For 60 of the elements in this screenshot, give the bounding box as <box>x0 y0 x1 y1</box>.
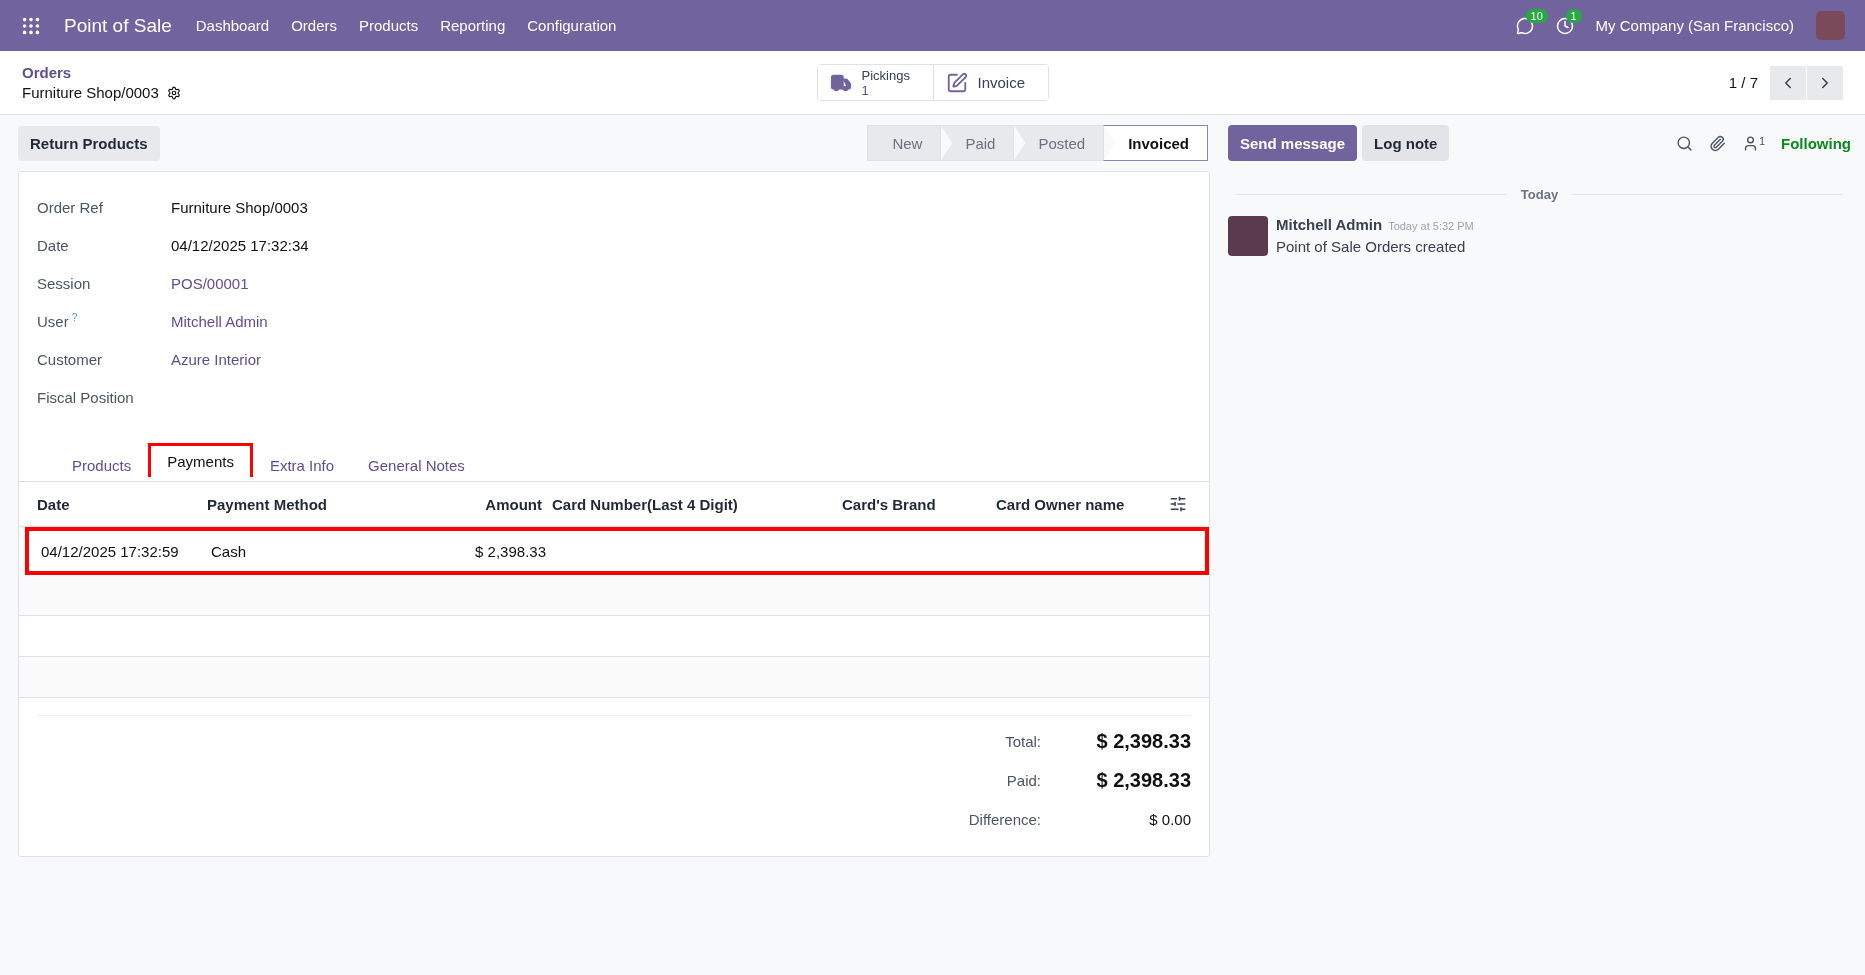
nav-menu-item[interactable]: Configuration <box>527 17 617 34</box>
column-header[interactable]: Card Number(Last 4 Digit) <box>552 495 842 513</box>
record-title: Furniture Shop/0003 <box>22 84 159 101</box>
send-message-button[interactable]: Send message <box>1228 125 1358 161</box>
column-header[interactable]: Card's Brand <box>842 495 996 513</box>
field-value: Furniture Shop/0003 <box>171 198 308 216</box>
following-link[interactable]: Following <box>1781 134 1851 152</box>
edit-icon <box>945 71 968 94</box>
total-label: Difference: <box>967 811 1041 828</box>
status-step[interactable]: Paid <box>940 125 1015 161</box>
message-text: Point of Sale Orders created <box>1276 238 1467 255</box>
nav-menu-item[interactable]: Orders <box>291 17 337 34</box>
nav-menu-item[interactable]: Dashboard <box>195 17 270 34</box>
column-header[interactable]: Date <box>37 495 207 513</box>
status-step[interactable]: New <box>867 125 942 161</box>
total-label: Total: <box>1004 733 1041 750</box>
total-value: $ 2,398.33 <box>1095 769 1191 792</box>
field-label: Fiscal Position <box>37 388 135 406</box>
field-link[interactable]: Azure Interior <box>171 350 262 368</box>
table-cell-text: Cash <box>211 542 248 560</box>
gear-icon[interactable] <box>166 85 181 100</box>
total-label: Paid: <box>1005 772 1041 789</box>
field-link[interactable]: POS/00001 <box>171 274 249 292</box>
nav-menu-item[interactable]: Reporting <box>440 17 506 34</box>
field-label: User $^{?}$ <box>37 312 79 330</box>
status-step[interactable]: Posted <box>1013 125 1105 161</box>
field-label: Date <box>37 236 70 254</box>
search-icon[interactable] <box>1675 134 1693 152</box>
column-settings-icon[interactable] <box>1169 495 1187 513</box>
total-value: $ 0.00 <box>1148 811 1191 828</box>
field-label: Session <box>37 274 92 292</box>
column-header[interactable]: Amount <box>427 495 552 513</box>
table-cell-text: $ 2,398.33 <box>474 542 547 560</box>
column-header[interactable]: Payment Method <box>207 495 427 513</box>
log-note-button[interactable]: Log note <box>1362 125 1450 161</box>
tab[interactable]: Payments <box>148 443 253 477</box>
pager-counter: 1 / 7 <box>1728 74 1758 91</box>
total-value: $ 2,398.33 <box>1095 730 1191 753</box>
field-label: Order Ref <box>37 198 104 216</box>
activity-count-badge: 1 <box>1565 8 1582 23</box>
app-name[interactable]: Point of Sale <box>64 14 172 37</box>
date-separator: Today <box>1520 187 1559 202</box>
nav-menu-item[interactable]: Products <box>359 17 419 34</box>
message-author: Mitchell Admin <box>1276 216 1383 233</box>
payment-row[interactable]: 04/12/2025 17:32:59 Cash $ 2,398.33 <box>25 527 1209 575</box>
table-cell-text: 04/12/2025 17:32:59 <box>41 542 180 560</box>
message-count-badge: 10 <box>1525 8 1548 23</box>
author-avatar <box>1228 216 1268 256</box>
column-header[interactable]: Card Owner name <box>996 495 1169 513</box>
paperclip-icon[interactable] <box>1708 134 1726 152</box>
message-time: Today at 5:32 PM <box>1388 220 1474 232</box>
company-switcher[interactable]: My Company (San Francisco) <box>1595 17 1794 34</box>
follower-count: 1 <box>1758 134 1765 147</box>
field-link[interactable]: Mitchell Admin <box>171 312 268 330</box>
return-products-button[interactable]: Return Products <box>18 125 160 161</box>
breadcrumb-link[interactable]: Orders <box>22 64 817 81</box>
field-value: 04/12/2025 17:32:34 <box>171 236 309 254</box>
status-step[interactable]: Invoiced <box>1103 125 1208 161</box>
invoice-smart-button[interactable]: Invoice <box>932 65 1048 100</box>
field-label: Customer <box>37 350 104 368</box>
